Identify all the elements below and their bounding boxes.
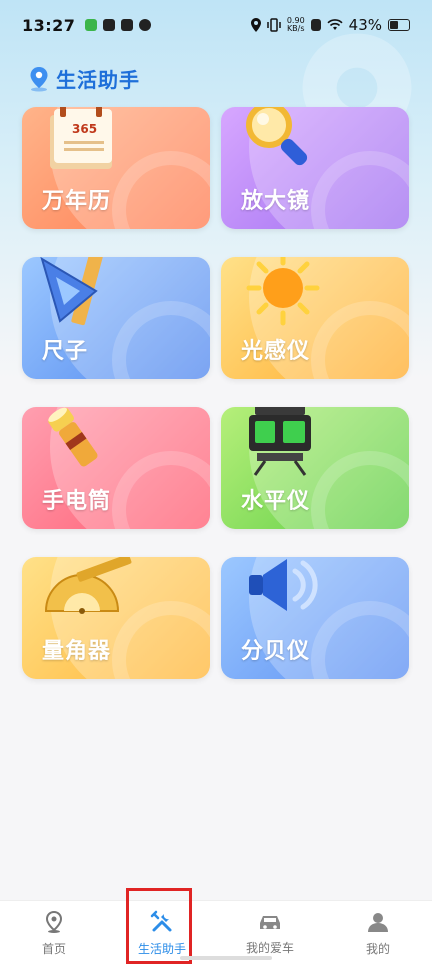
app-notification-icon — [85, 19, 98, 31]
nav-label: 首页 — [41, 941, 66, 956]
tool-label: 万年历 — [42, 189, 112, 214]
sun-icon — [246, 257, 320, 326]
tool-card-magnifier[interactable]: 放大镜 — [221, 107, 409, 229]
status-time: 13:27 — [22, 15, 76, 35]
magnifier-icon — [246, 107, 308, 166]
flashlight-icon — [48, 407, 98, 467]
location-pin-icon — [45, 910, 63, 933]
tool-label: 量角器 — [42, 639, 112, 664]
location-pin-icon — [30, 66, 48, 91]
nav-item-home[interactable]: 首页 — [0, 901, 108, 965]
sim-icon — [310, 19, 321, 31]
wifi-icon — [327, 19, 343, 30]
car-icon — [260, 915, 280, 929]
tool-card-protractor[interactable]: 量角器 — [22, 557, 210, 679]
level-icon — [249, 407, 311, 476]
person-icon — [368, 912, 388, 932]
mail-notification-icon — [103, 19, 116, 31]
vibrate-icon — [267, 18, 281, 32]
network-speed-unit: KB/s — [286, 24, 305, 33]
ruler-icon — [40, 257, 103, 326]
weibo-notification-icon — [139, 19, 152, 31]
battery-icon — [388, 19, 410, 31]
calendar-icon: 365 — [50, 107, 112, 169]
page-title-text: 生活助手 — [56, 68, 140, 92]
location-status-icon — [250, 18, 261, 32]
tool-label: 分贝仪 — [241, 639, 311, 664]
status-bar: 13:27 0.90 KB/s 43% — [0, 0, 432, 50]
tool-card-flashlight[interactable]: 手电筒 — [22, 407, 210, 529]
tool-label: 光感仪 — [241, 339, 311, 364]
nav-item-me[interactable]: 我的 — [324, 901, 432, 965]
home-indicator — [180, 956, 272, 960]
network-speed: 0.90 KB/s — [287, 17, 305, 33]
tool-card-decibel-meter[interactable]: 分贝仪 — [221, 557, 409, 679]
tool-label: 尺子 — [42, 339, 89, 364]
page-title: 生活助手 — [28, 64, 140, 93]
tool-card-ruler[interactable]: 尺子 — [22, 257, 210, 379]
protractor-icon — [44, 557, 132, 614]
tool-label: 手电筒 — [42, 489, 112, 514]
tool-card-level[interactable]: 水平仪 — [221, 407, 409, 529]
tool-label: 水平仪 — [241, 489, 311, 514]
tool-card-light-meter[interactable]: 光感仪 — [221, 257, 409, 379]
tool-card-calendar[interactable]: 365 万年历 — [22, 107, 210, 229]
selection-highlight — [126, 888, 192, 964]
message-notification-icon — [121, 19, 134, 31]
speaker-icon — [249, 559, 318, 611]
nav-label: 我的 — [365, 941, 390, 956]
tool-label: 放大镜 — [241, 189, 311, 214]
svg-text:365: 365 — [72, 122, 97, 136]
nav-label: 我的爱车 — [245, 940, 294, 955]
battery-percent: 43% — [348, 16, 382, 34]
